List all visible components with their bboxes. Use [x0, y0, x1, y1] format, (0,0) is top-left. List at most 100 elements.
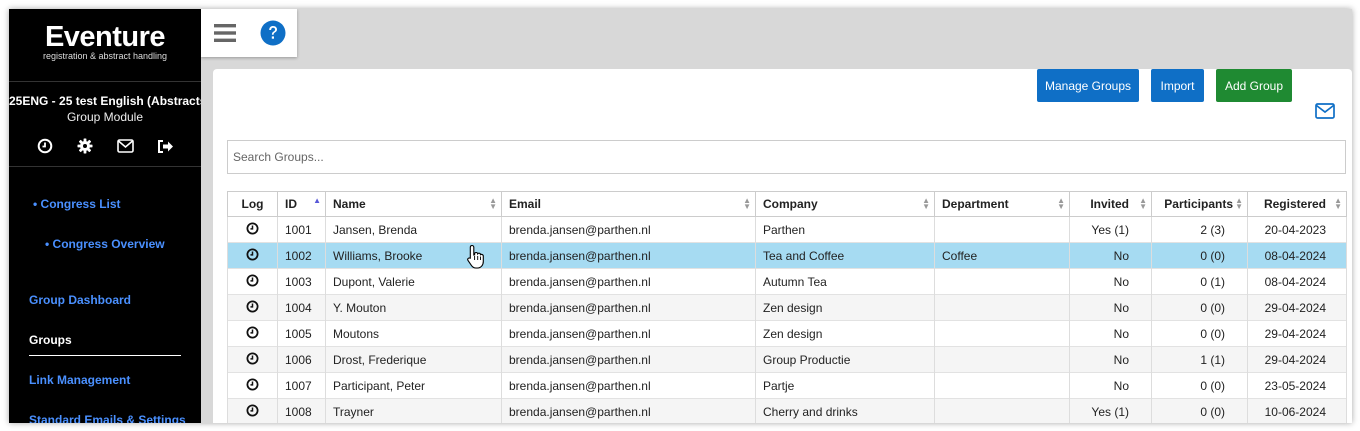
search-input[interactable]	[227, 140, 1346, 174]
cell-participants: 1 (1)	[1151, 346, 1248, 373]
table-row[interactable]: 1003 Dupont, Valerie brenda.jansen@parthen…	[227, 268, 1347, 295]
send-mail-icon[interactable]	[1315, 103, 1337, 123]
import-button[interactable]: Import	[1151, 69, 1204, 102]
col-registered[interactable]: Registered ▲ ▼	[1247, 191, 1347, 217]
cell-invited: No	[1069, 268, 1152, 295]
cell-invited: Yes (1)	[1069, 398, 1152, 423]
nav-group-dashboard[interactable]: Group Dashboard	[29, 293, 189, 307]
log-clock-icon[interactable]	[246, 274, 259, 290]
cell-name: Jansen, Brenda	[325, 216, 502, 243]
sidebar: Eventure registration & abstract handlin…	[9, 9, 201, 423]
cell-participants: 0 (0)	[1151, 320, 1248, 347]
gear-icon[interactable]	[76, 137, 94, 155]
logo-title: Eventure	[44, 21, 166, 53]
cell-department	[934, 268, 1070, 295]
table-row[interactable]: 1006 Drost, Frederique brenda.jansen@parth…	[227, 346, 1347, 373]
cell-name: Trayner	[325, 398, 502, 423]
sort-icon: ▲ ▼	[489, 196, 497, 211]
cell-participants: 0 (1)	[1151, 268, 1248, 295]
add-group-button[interactable]: Add Group	[1216, 69, 1292, 102]
cell-name: Y. Mouton	[325, 294, 502, 321]
log-cell	[227, 294, 278, 321]
cell-email: brenda.jansen@parthen.nl	[501, 268, 756, 295]
sidebar-icon-bar	[9, 137, 201, 167]
top-toolbar	[201, 9, 297, 57]
menu-button[interactable]	[201, 9, 249, 57]
nav-link-management[interactable]: Link Management	[29, 373, 189, 387]
cell-registered: 23-05-2024	[1247, 372, 1347, 399]
manage-groups-button[interactable]: Manage Groups	[1037, 69, 1139, 102]
cell-department	[934, 320, 1070, 347]
cell-registered: 29-04-2024	[1247, 320, 1347, 347]
sort-icon: ▲ ▼	[1235, 196, 1243, 211]
log-clock-icon[interactable]	[246, 248, 259, 264]
cell-company: Group Productie	[755, 346, 935, 373]
cell-email: brenda.jansen@parthen.nl	[501, 216, 756, 243]
cell-registered: 20-04-2023	[1247, 216, 1347, 243]
log-clock-icon[interactable]	[246, 404, 259, 420]
sort-icon: ▲ ▼	[743, 196, 751, 211]
cell-participants: 0 (0)	[1151, 372, 1248, 399]
cell-id: 1001	[277, 216, 326, 243]
table-row[interactable]: 1001 Jansen, Brenda brenda.jansen@parthen.…	[227, 216, 1347, 243]
hand-cursor-icon	[467, 244, 484, 269]
log-cell	[227, 346, 278, 373]
col-log[interactable]: Log	[227, 191, 278, 217]
log-clock-icon[interactable]	[246, 378, 259, 394]
cell-department	[934, 294, 1070, 321]
table-row[interactable]: 1002 Williams, Brooke brenda.jansen@parthe…	[227, 242, 1347, 269]
cell-name: Participant, Peter	[325, 372, 502, 399]
nav-groups[interactable]: Groups	[29, 333, 181, 356]
cell-invited: No	[1069, 242, 1152, 269]
cell-email: brenda.jansen@parthen.nl	[501, 346, 756, 373]
cell-invited: No	[1069, 372, 1152, 399]
nav-congress-list[interactable]: • Congress List	[33, 197, 201, 211]
cell-id: 1003	[277, 268, 326, 295]
table-row[interactable]: 1004 Y. Mouton brenda.jansen@parthen.nl Zen…	[227, 294, 1347, 321]
cell-participants: 0 (0)	[1151, 294, 1248, 321]
cell-department	[934, 372, 1070, 399]
col-email[interactable]: Email ▲ ▼	[501, 191, 756, 217]
cell-department: Coffee	[934, 242, 1070, 269]
logo-subtitle: registration & abstract handling	[42, 51, 168, 61]
col-participants[interactable]: Participants ▲ ▼	[1151, 191, 1248, 217]
app-window: Eventure registration & abstract handlin…	[9, 9, 1352, 423]
log-cell	[227, 372, 278, 399]
cell-email: brenda.jansen@parthen.nl	[501, 372, 756, 399]
log-cell	[227, 242, 278, 269]
sort-icon: ▲ ▼	[1057, 196, 1065, 211]
log-clock-icon[interactable]	[246, 326, 259, 342]
cell-company: Zen design	[755, 320, 935, 347]
logout-icon[interactable]	[156, 137, 174, 155]
table-header-row: Log ID ▲ Name ▲ ▼ Email ▲ ▼ Company ▲ ▼ Departm…	[227, 191, 1347, 217]
mail-icon[interactable]	[116, 137, 134, 155]
col-company[interactable]: Company ▲ ▼	[755, 191, 935, 217]
log-cell	[227, 398, 278, 423]
sort-icon: ▲ ▼	[922, 196, 930, 211]
col-name[interactable]: Name ▲ ▼	[325, 191, 502, 217]
cell-company: Parthen	[755, 216, 935, 243]
log-clock-icon[interactable]	[246, 222, 259, 238]
nav-congress-overview[interactable]: • Congress Overview	[45, 237, 201, 251]
log-clock-icon[interactable]	[246, 300, 259, 316]
col-invited[interactable]: Invited ▲ ▼	[1069, 191, 1152, 217]
table-row[interactable]: 1007 Participant, Peter brenda.jansen@part…	[227, 372, 1347, 399]
cell-id: 1005	[277, 320, 326, 347]
cell-registered: 29-04-2024	[1247, 346, 1347, 373]
groups-table: Log ID ▲ Name ▲ ▼ Email ▲ ▼ Company ▲ ▼ Departm…	[227, 191, 1347, 423]
col-id[interactable]: ID ▲	[277, 191, 326, 217]
sort-asc-icon: ▲	[313, 196, 321, 205]
help-button[interactable]	[249, 9, 297, 57]
table-row[interactable]: 1005 Moutons brenda.jansen@parthen.nl Zen d…	[227, 320, 1347, 347]
congress-info: 25ENG - 25 test English (Abstracts... Gr…	[9, 82, 201, 125]
clock-icon[interactable]	[36, 137, 54, 155]
cell-company: Autumn Tea	[755, 268, 935, 295]
cell-company: Cherry and drinks	[755, 398, 935, 423]
cell-participants: 0 (0)	[1151, 398, 1248, 423]
cell-email: brenda.jansen@parthen.nl	[501, 320, 756, 347]
nav-standard-emails[interactable]: Standard Emails & Settings	[29, 413, 199, 423]
log-clock-icon[interactable]	[246, 352, 259, 368]
table-row[interactable]: 1008 Trayner brenda.jansen@parthen.nl Cherr…	[227, 398, 1347, 423]
cell-name: Dupont, Valerie	[325, 268, 502, 295]
col-department[interactable]: Department ▲ ▼	[934, 191, 1070, 217]
